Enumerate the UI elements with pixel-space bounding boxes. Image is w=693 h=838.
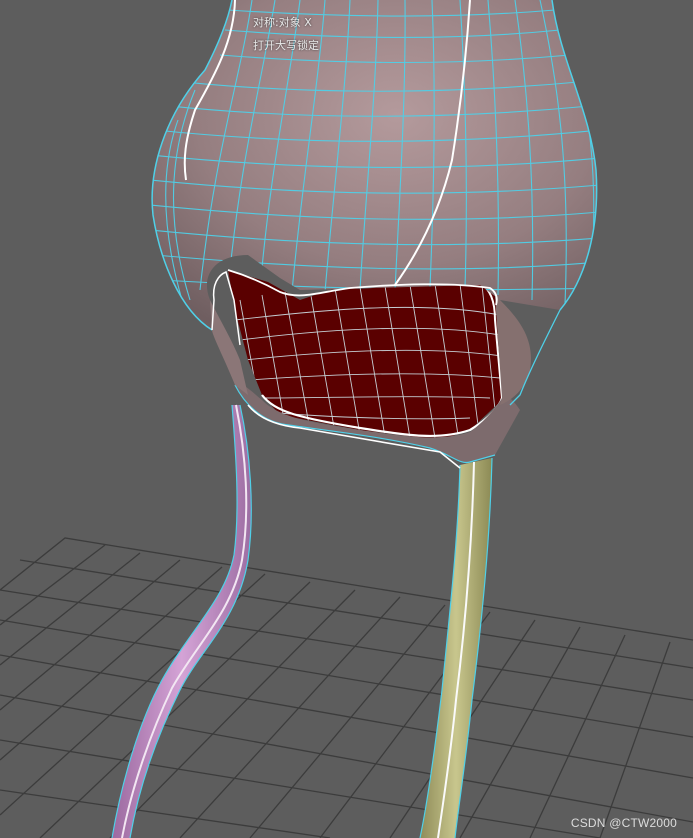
right-leg-mesh[interactable] [419, 457, 493, 838]
symmetry-status: 对称:对象 X [253, 16, 312, 29]
left-leg-mesh[interactable] [111, 404, 252, 838]
watermark: CSDN @CTW2000 [570, 816, 677, 830]
3d-viewport[interactable]: 对称:对象 X 打开大写锁定 CSDN @CTW2000 [0, 0, 693, 838]
caps-lock-status: 打开大写锁定 [253, 39, 319, 52]
viewport-scene[interactable] [0, 0, 693, 838]
ground-grid [0, 537, 693, 838]
